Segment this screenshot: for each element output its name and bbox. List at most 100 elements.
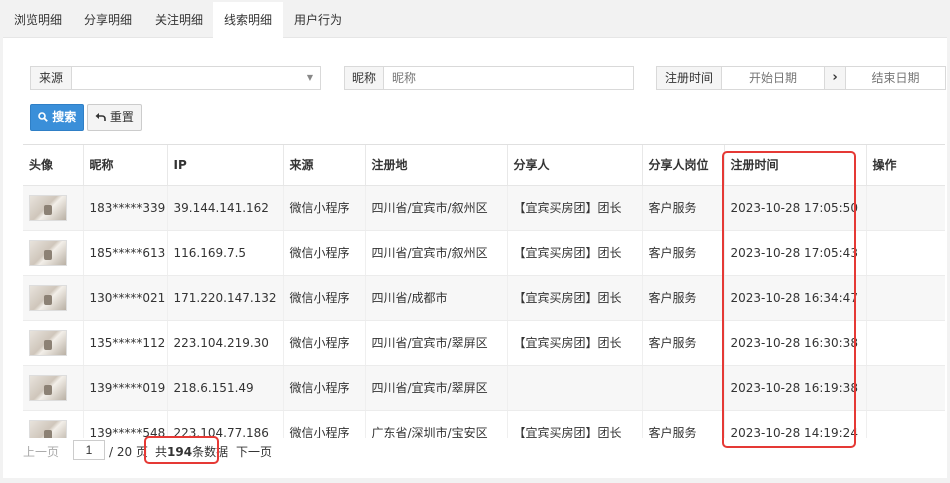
cell-sharer: 【宜宾买房团】团长 (507, 230, 643, 276)
avatar-cell (23, 230, 84, 276)
cell-regtime: 2023-10-28 16:34:47 (724, 275, 867, 321)
table-row: 139*****019 218.6.151.49 微信小程序 四川省/宜宾市/翠屏区 2… (23, 365, 945, 411)
main-panel: 来源 ▼ 昵称 注册时间 › 搜索 重置 头像昵称IP来源注册地分享人分享人岗位… (3, 38, 947, 478)
column-header: 操作 (866, 145, 945, 186)
cell-action[interactable] (866, 185, 945, 231)
table-row: 139*****548 223.104.77.186 微信小程序 广东省/深圳市/宝安… (23, 410, 945, 438)
tab-3[interactable]: 线索明细 (213, 2, 284, 39)
avatar-cell (23, 410, 84, 438)
cell-nickname: 183*****339 (83, 185, 168, 231)
tab-1[interactable]: 分享明细 (73, 2, 143, 38)
cell-position: 客户服务 (642, 410, 725, 438)
cell-ip: 171.220.147.132 (167, 275, 284, 321)
cell-source: 微信小程序 (283, 185, 366, 231)
nickname-input[interactable] (383, 66, 634, 90)
cell-nickname: 185*****613 (83, 230, 168, 276)
leads-table: 头像 昵称 IP 来源 注册地 分享人 分享人岗位 注册时间 操作 183*****339 39.… (23, 144, 945, 438)
cell-action[interactable] (866, 320, 945, 366)
cell-source: 微信小程序 (283, 275, 366, 321)
table-row: 130*****021 171.220.147.132 微信小程序 四川省/成都市 【宜… (23, 275, 945, 321)
cell-position: 客户服务 (642, 320, 725, 366)
cell-nickname: 130*****021 (83, 275, 168, 321)
cell-position: 客户服务 (642, 230, 725, 276)
next-page-link[interactable]: 下一页 (236, 440, 272, 464)
cell-sharer (507, 365, 643, 411)
cell-regtime: 2023-10-28 16:30:38 (724, 320, 867, 366)
prev-page-link[interactable]: 上一页 (23, 440, 59, 464)
cell-action[interactable] (866, 275, 945, 321)
cell-position: 客户服务 (642, 275, 725, 321)
avatar-cell (23, 185, 84, 231)
total-prefix: 共 (155, 445, 168, 459)
column-header: 分享人岗位 (642, 145, 725, 186)
cell-source: 微信小程序 (283, 365, 366, 411)
cell-action[interactable] (866, 230, 945, 276)
total-count: 194 (167, 445, 193, 459)
total-count-text: 共194条数据 (155, 440, 228, 464)
cell-ip: 39.144.141.162 (167, 185, 284, 231)
reset-button-label: 重置 (109, 110, 134, 124)
cell-source: 微信小程序 (283, 320, 366, 366)
cell-ip: 223.104.77.186 (167, 410, 284, 438)
table-row: 185*****613 116.169.7.5 微信小程序 四川省/宜宾市/叙州区 【宜… (23, 230, 945, 276)
cell-ip: 116.169.7.5 (167, 230, 284, 276)
cell-region: 广东省/深圳市/宝安区 (365, 410, 508, 438)
avatar (29, 284, 67, 311)
page-number-input[interactable] (73, 440, 105, 460)
cell-regtime: 2023-10-28 17:05:43 (724, 230, 867, 276)
tab-0[interactable]: 浏览明细 (3, 2, 73, 38)
avatar (29, 419, 67, 438)
cell-source: 微信小程序 (283, 230, 366, 276)
search-icon (38, 112, 48, 122)
total-pages-text: / 20 页 (109, 445, 148, 459)
chevron-right-icon: › (824, 66, 846, 90)
total-suffix: 条数据 (192, 445, 229, 459)
column-header: 注册时间 (724, 145, 867, 186)
cell-region: 四川省/宜宾市/翠屏区 (365, 365, 508, 411)
column-header: 来源 (283, 145, 366, 186)
cell-regtime: 2023-10-28 16:19:38 (724, 365, 867, 411)
cell-regtime: 2023-10-28 14:19:24 (724, 410, 867, 438)
end-date-input[interactable] (845, 66, 946, 90)
tab-2[interactable]: 关注明细 (144, 2, 214, 38)
avatar (29, 329, 67, 356)
table-row: 135*****112 223.104.219.30 微信小程序 四川省/宜宾市/翠屏… (23, 320, 945, 366)
cell-region: 四川省/宜宾市/叙州区 (365, 185, 508, 231)
cell-region: 四川省/宜宾市/叙州区 (365, 230, 508, 276)
source-label: 来源 (30, 66, 72, 90)
cell-action[interactable] (866, 365, 945, 411)
cell-action[interactable] (866, 410, 945, 438)
search-button-label: 搜索 (52, 110, 77, 124)
avatar-cell (23, 275, 84, 321)
cell-sharer: 【宜宾买房团】团长 (507, 410, 643, 438)
cell-position: 客户服务 (642, 185, 725, 231)
cell-regtime: 2023-10-28 17:05:50 (724, 185, 867, 231)
column-header: 注册地 (365, 145, 508, 186)
cell-region: 四川省/成都市 (365, 275, 508, 321)
search-button[interactable]: 搜索 (30, 104, 85, 131)
cell-ip: 218.6.151.49 (167, 365, 284, 411)
cell-sharer: 【宜宾买房团】团长 (507, 320, 643, 366)
cell-source: 微信小程序 (283, 410, 366, 438)
source-select[interactable]: ▼ (71, 66, 321, 90)
column-header: IP (167, 145, 284, 186)
table-row: 183*****339 39.144.141.162 微信小程序 四川省/宜宾市/叙州… (23, 185, 945, 231)
start-date-input[interactable] (721, 66, 825, 90)
cell-position (642, 365, 725, 411)
avatar-cell (23, 365, 84, 411)
regtime-label: 注册时间 (656, 66, 722, 90)
caret-down-icon: ▼ (306, 73, 313, 82)
table-header-row: 头像 昵称 IP 来源 注册地 分享人 分享人岗位 注册时间 操作 (23, 145, 945, 186)
avatar (29, 194, 67, 221)
cell-sharer: 【宜宾买房团】团长 (507, 185, 643, 231)
tab-4[interactable]: 用户行为 (283, 2, 353, 38)
reset-button[interactable]: 重置 (87, 104, 142, 131)
cell-ip: 223.104.219.30 (167, 320, 284, 366)
column-header: 分享人 (507, 145, 643, 186)
cell-nickname: 139*****548 (83, 410, 168, 438)
nickname-label: 昵称 (344, 66, 384, 90)
column-header: 昵称 (83, 145, 168, 186)
avatar-cell (23, 320, 84, 366)
tab-bar: 浏览明细 分享明细 关注明细 线索明细 用户行为 (3, 2, 947, 39)
undo-icon (95, 113, 106, 121)
